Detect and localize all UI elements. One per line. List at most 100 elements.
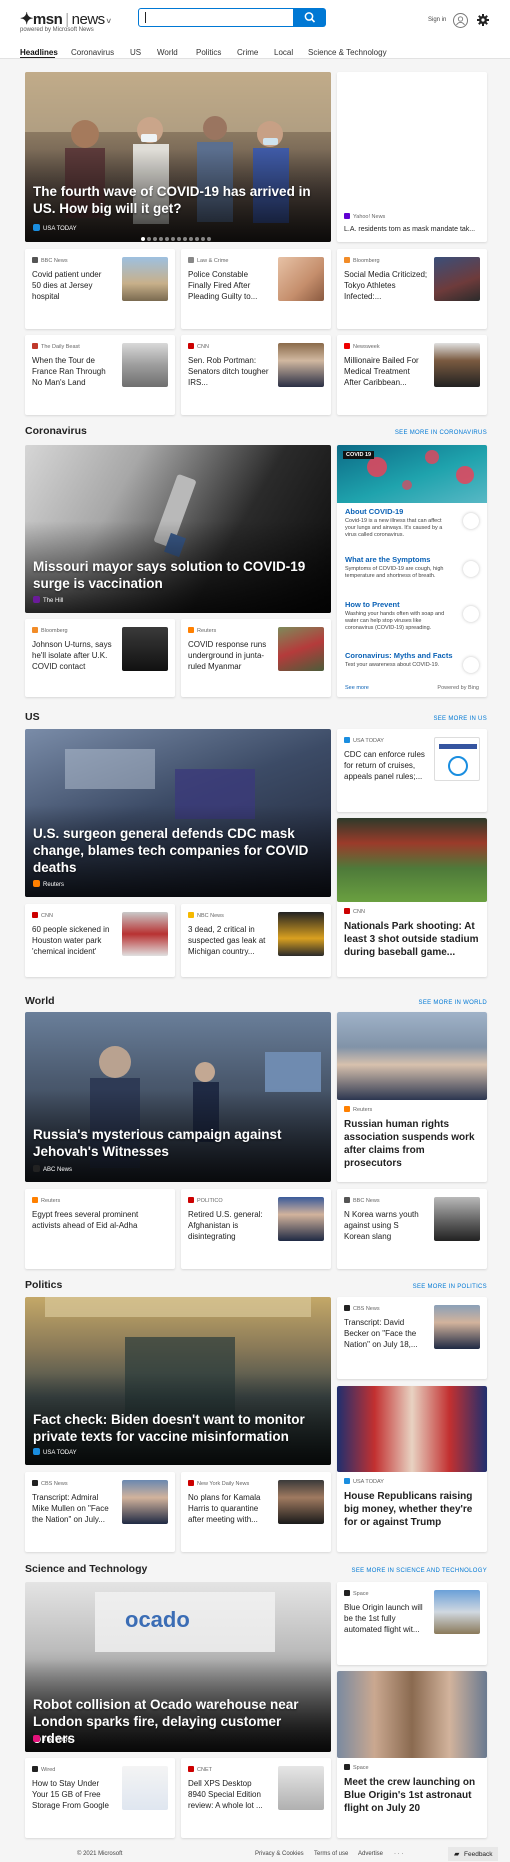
card-title[interactable]: Russian human rights association suspend… bbox=[344, 1118, 484, 1170]
nav-tab-us[interactable]: US bbox=[130, 48, 141, 57]
news-card[interactable]: Bloomberg Johnson U-turns, says he'll is… bbox=[25, 619, 175, 697]
hero-headline[interactable]: U.S. surgeon general defends CDC mask ch… bbox=[33, 825, 323, 876]
msn-butterfly-icon: ✦ bbox=[20, 11, 33, 28]
sign-in-link[interactable]: Sign in bbox=[428, 17, 446, 23]
news-card[interactable]: Law & Crime Police Constable Finally Fir… bbox=[181, 249, 331, 329]
footer-copyright: © 2021 Microsoft bbox=[77, 1851, 123, 1857]
politics-hero-card[interactable]: Fact check: Biden doesn't want to monito… bbox=[25, 1297, 331, 1465]
handwash-icon bbox=[463, 606, 479, 622]
card-title[interactable]: Sen. Rob Portman: Senators ditch tougher… bbox=[188, 355, 270, 388]
covid-info-panel: COVID 19 About COVID-19 Covid-19 is a new… bbox=[337, 445, 487, 697]
card-title[interactable]: Covid patient under 50 dies at Jersey ho… bbox=[32, 269, 112, 302]
news-card[interactable]: CNET Dell XPS Desktop 8940 Special Editi… bbox=[181, 1758, 331, 1838]
card-title[interactable]: COVID response runs underground in junta… bbox=[188, 639, 270, 672]
hero-headline[interactable]: Russia's mysterious campaign against Jeh… bbox=[33, 1126, 323, 1160]
search-button[interactable] bbox=[294, 8, 326, 27]
card-title[interactable]: House Republicans raising big money, whe… bbox=[344, 1490, 484, 1529]
hero-headline[interactable]: Fact check: Biden doesn't want to monito… bbox=[33, 1411, 323, 1445]
nav-tab-headlines[interactable]: Headlines bbox=[20, 48, 58, 57]
hero-headline[interactable]: The fourth wave of COVID-19 has arrived … bbox=[33, 183, 323, 217]
msn-news-logo[interactable]: ✦msn | news ˅ bbox=[20, 9, 111, 29]
news-card-large[interactable]: USA TODAY House Republicans raising big … bbox=[337, 1386, 487, 1552]
news-card[interactable]: Space Blue Origin launch will be the 1st… bbox=[337, 1582, 487, 1665]
card-title[interactable]: Meet the crew launching on Blue Origin's… bbox=[344, 1776, 484, 1815]
nav-tab-local[interactable]: Local bbox=[274, 48, 293, 57]
news-card[interactable]: BBC News N Korea warns youth against usi… bbox=[337, 1189, 487, 1269]
avatar-icon[interactable] bbox=[453, 13, 468, 28]
see-more-world-link[interactable]: SEE MORE IN WORLD bbox=[419, 1000, 487, 1006]
card-title[interactable]: Social Media Criticized; Tokyo Athletes … bbox=[344, 269, 428, 302]
search-input[interactable] bbox=[138, 8, 294, 27]
card-title[interactable]: Blue Origin launch will be the 1st fully… bbox=[344, 1602, 426, 1635]
covid-info-symptoms[interactable]: What are the Symptoms Symptoms of COVID-1… bbox=[339, 555, 485, 595]
us-hero-card[interactable]: U.S. surgeon general defends CDC mask ch… bbox=[25, 729, 331, 897]
news-card[interactable]: Bloomberg Social Media Criticized; Tokyo… bbox=[337, 249, 487, 329]
settings-gear-icon[interactable] bbox=[476, 13, 490, 27]
covid-info-myths[interactable]: Coronavirus: Myths and Facts Test your aw… bbox=[339, 651, 485, 681]
news-card-large[interactable]: CNN Nationals Park shooting: At least 3 … bbox=[337, 818, 487, 977]
news-card[interactable]: USA TODAY CDC can enforce rules for retu… bbox=[337, 729, 487, 812]
card-title[interactable]: Egypt frees several prominent activists … bbox=[32, 1209, 168, 1231]
news-card[interactable]: Newsweek Millionaire Bailed For Medical … bbox=[337, 335, 487, 415]
see-more-us-link[interactable]: SEE MORE IN US bbox=[433, 716, 487, 722]
nav-tab-coronavirus[interactable]: Coronavirus bbox=[71, 48, 114, 57]
card-title[interactable]: Millionaire Bailed For Medical Treatment… bbox=[344, 355, 426, 388]
card-title[interactable]: How to Stay Under Your 15 GB of Free Sto… bbox=[32, 1778, 114, 1811]
card-title[interactable]: L.A. residents torn as mask mandate tak.… bbox=[344, 224, 482, 235]
card-title[interactable]: Retired U.S. general: Afghanistan is dis… bbox=[188, 1209, 270, 1242]
card-title[interactable]: Transcript: Admiral Mike Mullen on "Face… bbox=[32, 1492, 114, 1525]
hero-source: The Verge bbox=[33, 1735, 71, 1743]
news-card[interactable]: CBS News Transcript: David Becker on "Fa… bbox=[337, 1297, 487, 1379]
see-more-politics-link[interactable]: SEE MORE IN POLITICS bbox=[413, 1284, 487, 1290]
side-card[interactable]: Yahoo! News L.A. residents torn as mask … bbox=[337, 72, 487, 242]
card-title[interactable]: Nationals Park shooting: At least 3 shot… bbox=[344, 920, 484, 959]
hero-headline[interactable]: Missouri mayor says solution to COVID-19… bbox=[33, 558, 323, 592]
covid-see-more-link[interactable]: See more bbox=[345, 685, 369, 691]
card-title[interactable]: Police Constable Finally Fired After Ple… bbox=[188, 269, 270, 302]
card-title[interactable]: No plans for Kamala Harris to quarantine… bbox=[188, 1492, 270, 1525]
news-card[interactable]: BBC News Covid patient under 50 dies at … bbox=[25, 249, 175, 329]
news-card[interactable]: NBC News 3 dead, 2 critical in suspected… bbox=[181, 904, 331, 977]
nav-tab-science-technology[interactable]: Science & Technology bbox=[308, 48, 387, 57]
nav-tab-politics[interactable]: Politics bbox=[196, 48, 221, 57]
chevron-down-icon[interactable]: ˅ bbox=[105, 17, 111, 26]
footer-advertise-link[interactable]: Advertise bbox=[358, 1851, 383, 1857]
world-hero-card[interactable]: Russia's mysterious campaign against Jeh… bbox=[25, 1012, 331, 1182]
news-card[interactable]: CBS News Transcript: Admiral Mike Mullen… bbox=[25, 1472, 175, 1552]
covid-banner-image: COVID 19 bbox=[337, 445, 487, 503]
footer-privacy-link[interactable]: Privacy & Cookies bbox=[255, 1851, 304, 1857]
hero-headline[interactable]: Robot collision at Ocado warehouse near … bbox=[33, 1696, 323, 1747]
card-title[interactable]: Dell XPS Desktop 8940 Special Edition re… bbox=[188, 1778, 270, 1811]
card-title[interactable]: N Korea warns youth against using S Kore… bbox=[344, 1209, 426, 1242]
nav-tab-world[interactable]: World bbox=[157, 48, 178, 57]
news-card-large[interactable]: Reuters Russian human rights association… bbox=[337, 1012, 487, 1182]
scitech-hero-card[interactable]: ocado Robot collision at Ocado warehouse… bbox=[25, 1582, 331, 1752]
covid-info-prevent[interactable]: How to Prevent Washing your hands often w… bbox=[339, 600, 485, 640]
card-title[interactable]: Johnson U-turns, says he'll isolate afte… bbox=[32, 639, 114, 672]
news-card[interactable]: Reuters Egypt frees several prominent ac… bbox=[25, 1189, 175, 1269]
news-card[interactable]: POLITICO Retired U.S. general: Afghanist… bbox=[181, 1189, 331, 1269]
card-title[interactable]: CDC can enforce rules for return of crui… bbox=[344, 749, 428, 782]
news-card[interactable]: The Daily Beast When the Tour de France … bbox=[25, 335, 175, 415]
news-card-large[interactable]: Space Meet the crew launching on Blue Or… bbox=[337, 1671, 487, 1838]
footer-more-icon[interactable]: · · · bbox=[394, 1851, 403, 1857]
feedback-button[interactable]: ▰ Feedback bbox=[448, 1847, 498, 1861]
coronavirus-hero-card[interactable]: Missouri mayor says solution to COVID-19… bbox=[25, 445, 331, 613]
portrait-photo bbox=[337, 1012, 487, 1100]
card-title[interactable]: When the Tour de France Ran Through No M… bbox=[32, 355, 114, 388]
covid-info-about[interactable]: About COVID-19 Covid-19 is a new illness … bbox=[339, 507, 485, 547]
news-card[interactable]: Reuters COVID response runs underground … bbox=[181, 619, 331, 697]
card-title[interactable]: 3 dead, 2 critical in suspected gas leak… bbox=[188, 924, 270, 957]
news-card[interactable]: Wired How to Stay Under Your 15 GB of Fr… bbox=[25, 1758, 175, 1838]
see-more-science-technology-link[interactable]: SEE MORE IN SCIENCE AND TECHNOLOGY bbox=[352, 1568, 487, 1574]
card-title[interactable]: Transcript: David Becker on "Face the Na… bbox=[344, 1317, 426, 1350]
news-card[interactable]: New York Daily News No plans for Kamala … bbox=[181, 1472, 331, 1552]
carousel-dots[interactable] bbox=[141, 234, 213, 241]
nav-tab-crime[interactable]: Crime bbox=[237, 48, 258, 57]
news-card[interactable]: CNN 60 people sickened in Houston water … bbox=[25, 904, 175, 977]
card-title[interactable]: 60 people sickened in Houston water park… bbox=[32, 924, 114, 957]
see-more-coronavirus-link[interactable]: SEE MORE IN CORONAVIRUS bbox=[395, 430, 487, 436]
footer-terms-link[interactable]: Terms of use bbox=[314, 1851, 348, 1857]
top-hero-card[interactable]: The fourth wave of COVID-19 has arrived … bbox=[25, 72, 331, 242]
news-card[interactable]: CNN Sen. Rob Portman: Senators ditch tou… bbox=[181, 335, 331, 415]
